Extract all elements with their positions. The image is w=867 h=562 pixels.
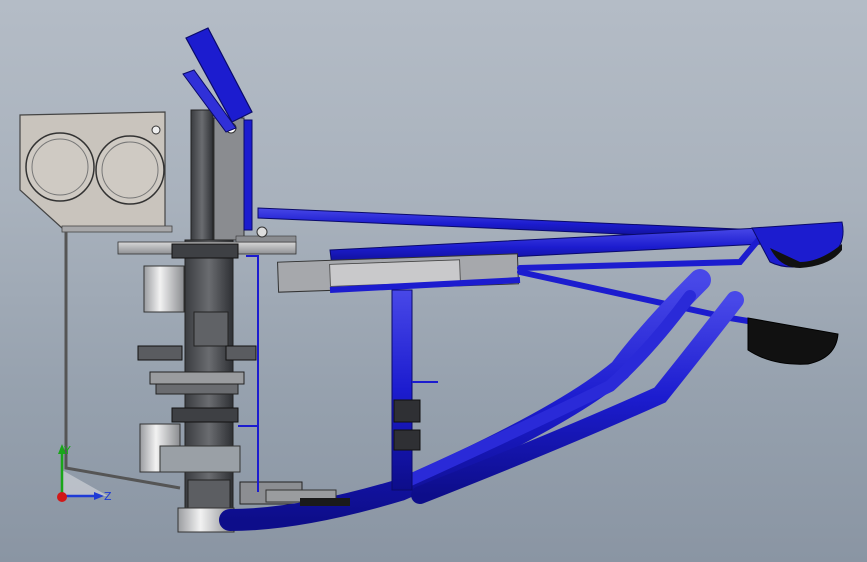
3d-viewport[interactable]: Y Z <box>0 0 867 562</box>
orientation-triad[interactable]: Y Z <box>0 0 867 562</box>
origin-icon <box>57 492 67 502</box>
z-axis-label: Z <box>104 490 112 503</box>
triad-plane <box>62 470 108 496</box>
y-axis-label: Y <box>63 444 71 457</box>
